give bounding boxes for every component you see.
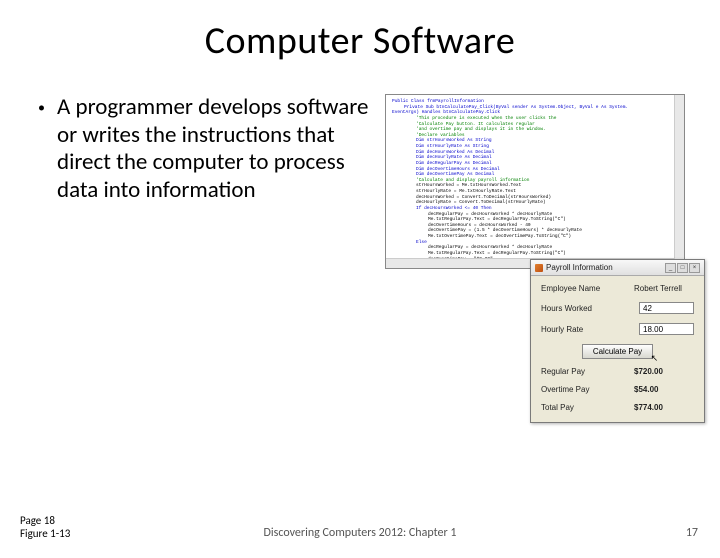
total-pay-label: Total Pay xyxy=(541,403,574,412)
total-pay-value: $774.00 xyxy=(634,403,694,412)
calculate-pay-label: Calculate Pay xyxy=(593,347,642,356)
hours-worked-input: 42 xyxy=(639,302,694,314)
text-column: • A programmer develops software or writ… xyxy=(20,94,385,269)
maximize-icon: □ xyxy=(677,263,688,273)
hourly-rate-label: Hourly Rate xyxy=(541,325,583,334)
calculate-pay-button: Calculate Pay ↖ xyxy=(582,344,653,359)
code-editor-screenshot: Public Class frmPayrollInformation Priva… xyxy=(385,94,685,269)
overtime-pay-value: $54.00 xyxy=(634,385,694,394)
image-column: Public Class frmPayrollInformation Priva… xyxy=(385,94,695,269)
hourly-rate-input: 18.00 xyxy=(639,323,694,335)
overtime-pay-label: Overtime Pay xyxy=(541,385,589,394)
app-icon xyxy=(535,264,543,272)
bullet-dot-icon: • xyxy=(38,94,45,122)
scrollbar-vertical xyxy=(674,95,684,268)
minimize-icon: _ xyxy=(665,263,676,273)
employee-name-label: Employee Name xyxy=(541,284,600,293)
footer-center: Discovering Computers 2012: Chapter 1 xyxy=(0,526,720,540)
slide-number: 17 xyxy=(686,526,698,540)
bullet-item: • A programmer develops software or writ… xyxy=(20,94,375,204)
page-reference: Page 18 xyxy=(20,514,70,527)
window-titlebar: Payroll Information _ □ × xyxy=(531,260,704,276)
window-title: Payroll Information xyxy=(546,263,613,272)
close-icon: × xyxy=(689,263,700,273)
content-area: • A programmer develops software or writ… xyxy=(0,94,720,269)
cursor-icon: ↖ xyxy=(651,353,659,364)
employee-name-value: Robert Terrell xyxy=(634,284,694,293)
payroll-window: Payroll Information _ □ × Employee Name … xyxy=(530,259,705,423)
hours-worked-label: Hours Worked xyxy=(541,304,592,313)
slide-title: Computer Software xyxy=(0,18,720,64)
regular-pay-value: $720.00 xyxy=(634,367,694,376)
regular-pay-label: Regular Pay xyxy=(541,367,585,376)
bullet-text: A programmer develops software or writes… xyxy=(57,94,375,204)
payroll-body: Employee Name Robert Terrell Hours Worke… xyxy=(531,276,704,422)
